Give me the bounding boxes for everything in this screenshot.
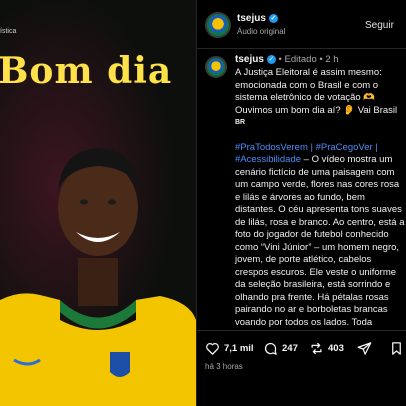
audio-label[interactable]: Áudio original xyxy=(237,27,285,36)
caption-intro: A Justiça Eleitoral é assim mesmo: emoci… xyxy=(235,67,398,116)
save-button[interactable] xyxy=(389,341,404,356)
caption-avatar[interactable] xyxy=(205,56,227,78)
caption-text: A Justiça Eleitoral é assim mesmo: emoci… xyxy=(235,67,406,329)
comment-button[interactable]: 247 xyxy=(263,341,298,356)
avatar[interactable] xyxy=(205,12,231,38)
send-icon xyxy=(357,342,372,355)
like-button[interactable]: 7,1 mil xyxy=(205,341,254,356)
heart-icon xyxy=(206,343,219,355)
header-username[interactable]: tsejus ✓ xyxy=(237,13,278,24)
comment-count: 247 xyxy=(282,343,298,354)
repost-icon xyxy=(311,342,322,355)
post-panel: tsejus ✓ Áudio original Seguir tsejus ✓ • … xyxy=(196,0,406,406)
follow-button[interactable]: Seguir xyxy=(365,20,394,31)
post-time: há 3 horas xyxy=(205,362,405,371)
caption-header: tsejus ✓ • Editado • 2 h xyxy=(235,54,339,65)
post-media[interactable]: ística Bom dia xyxy=(0,0,196,406)
bookmark-icon xyxy=(392,342,401,355)
caption-username[interactable]: tsejus xyxy=(235,54,264,65)
like-count: 7,1 mil xyxy=(224,343,254,354)
caption-description: #PraTodosVerem | #PraCegoVer | #Acessibi… xyxy=(235,141,405,328)
comment-icon xyxy=(264,342,277,355)
share-button[interactable] xyxy=(357,341,372,356)
player-photo xyxy=(0,148,196,406)
verified-icon: ✓ xyxy=(268,13,278,23)
post-header: tsejus ✓ Áudio original Seguir xyxy=(197,0,406,49)
flag-code: BR xyxy=(235,119,246,126)
repost-count: 403 xyxy=(328,343,344,354)
repost-button[interactable]: 403 xyxy=(309,341,344,356)
verified-icon: ✓ xyxy=(266,54,276,64)
caption-meta: • Editado • 2 h xyxy=(278,54,339,65)
